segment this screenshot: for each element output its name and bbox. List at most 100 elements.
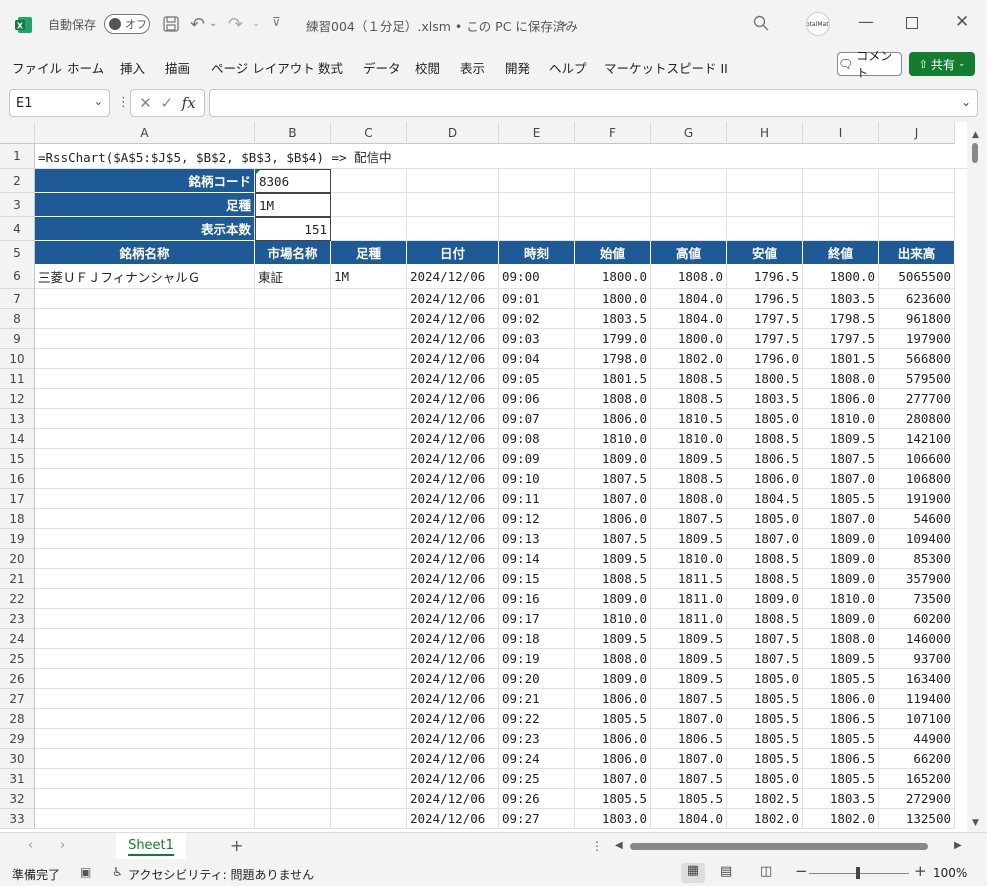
data-cell[interactable]: 1803.5	[803, 789, 879, 809]
data-cell[interactable]: 1806.0	[575, 409, 651, 429]
close-icon[interactable]: ✕	[955, 12, 969, 32]
empty-cell[interactable]	[575, 217, 651, 241]
data-cell[interactable]: 09:25	[499, 769, 575, 789]
formula-input[interactable]: ⌄	[209, 89, 978, 117]
data-cell[interactable]: 1807.5	[575, 469, 651, 489]
row-header[interactable]: 32	[0, 789, 35, 809]
data-cell[interactable]: 1808.0	[651, 264, 727, 289]
empty-cell[interactable]	[331, 569, 407, 589]
data-cell[interactable]: 2024/12/06	[407, 469, 499, 489]
data-cell[interactable]: 09:27	[499, 809, 575, 829]
empty-cell[interactable]	[35, 509, 255, 529]
data-cell[interactable]: 09:05	[499, 369, 575, 389]
empty-cell[interactable]	[651, 217, 727, 241]
data-cell[interactable]: 1803.5	[727, 389, 803, 409]
empty-cell[interactable]	[255, 469, 331, 489]
row-header[interactable]: 24	[0, 629, 35, 649]
empty-cell[interactable]	[35, 309, 255, 329]
table-header-cell[interactable]: 終値	[803, 241, 879, 265]
data-cell[interactable]: 2024/12/06	[407, 549, 499, 569]
empty-cell[interactable]	[331, 309, 407, 329]
spreadsheet-grid[interactable]: A B C D E F G H I J 1 2 3 4 5 6 7 8 9 10 11 12 13 14 15 16 17 18 19 2…	[0, 122, 987, 832]
data-cell[interactable]: 60200	[879, 609, 955, 629]
empty-cell[interactable]	[35, 649, 255, 669]
empty-cell[interactable]	[575, 193, 651, 217]
empty-cell[interactable]	[35, 489, 255, 509]
data-cell[interactable]: 1808.0	[575, 389, 651, 409]
empty-cell[interactable]	[255, 389, 331, 409]
empty-cell[interactable]	[879, 193, 955, 217]
column-header-c[interactable]: C	[331, 122, 407, 144]
empty-cell[interactable]	[331, 589, 407, 609]
status-accessibility[interactable]: アクセシビリティ: 問題ありません	[128, 866, 314, 883]
empty-cell[interactable]	[35, 429, 255, 449]
empty-cell[interactable]	[255, 769, 331, 789]
empty-cell[interactable]	[35, 569, 255, 589]
data-cell[interactable]: 09:17	[499, 609, 575, 629]
empty-cell[interactable]	[255, 369, 331, 389]
data-cell[interactable]: 191900	[879, 489, 955, 509]
param-value-cell[interactable]: 8306	[255, 169, 331, 193]
data-cell[interactable]: 09:18	[499, 629, 575, 649]
empty-cell[interactable]	[35, 549, 255, 569]
empty-cell[interactable]	[255, 289, 331, 309]
data-cell[interactable]: 566800	[879, 349, 955, 369]
empty-cell[interactable]	[331, 749, 407, 769]
data-cell[interactable]: 09:10	[499, 469, 575, 489]
data-cell[interactable]: 1808.5	[651, 389, 727, 409]
empty-cell[interactable]	[331, 489, 407, 509]
tab-home[interactable]: ホーム	[67, 58, 104, 77]
row-header[interactable]: 19	[0, 529, 35, 549]
data-cell[interactable]: 357900	[879, 569, 955, 589]
data-cell[interactable]: 1806.5	[727, 449, 803, 469]
data-cell[interactable]: 1806.0	[575, 729, 651, 749]
data-cell[interactable]: 107100	[879, 709, 955, 729]
table-header-cell[interactable]: 日付	[407, 241, 499, 265]
share-button[interactable]: ⇧ 共有 ⌄	[909, 52, 975, 76]
empty-cell[interactable]	[255, 409, 331, 429]
data-cell[interactable]: 2024/12/06	[407, 709, 499, 729]
data-cell[interactable]: 09:15	[499, 569, 575, 589]
data-cell[interactable]: 1800.0	[575, 289, 651, 309]
data-cell[interactable]: 1808.5	[727, 429, 803, 449]
data-cell[interactable]: 1809.0	[803, 569, 879, 589]
empty-cell[interactable]	[727, 169, 803, 193]
data-cell[interactable]: 1810.0	[575, 429, 651, 449]
zoom-level[interactable]: 100%	[933, 866, 967, 880]
data-cell[interactable]: 1800.0	[803, 264, 879, 289]
empty-cell[interactable]	[331, 629, 407, 649]
empty-cell[interactable]	[255, 709, 331, 729]
tab-marketspeed[interactable]: マーケットスピード II	[604, 58, 728, 77]
data-cell[interactable]: 1809.0	[575, 669, 651, 689]
row-header[interactable]: 28	[0, 709, 35, 729]
data-cell[interactable]: 1805.5	[803, 489, 879, 509]
horizontal-scroll-thumb[interactable]	[630, 843, 928, 850]
tab-file[interactable]: ファイル	[12, 58, 62, 77]
row-header[interactable]: 7	[0, 289, 35, 309]
empty-cell[interactable]	[331, 649, 407, 669]
data-cell[interactable]: 2024/12/06	[407, 264, 499, 289]
empty-cell[interactable]	[255, 729, 331, 749]
data-cell[interactable]: 1810.0	[803, 409, 879, 429]
data-cell[interactable]: 1797.5	[727, 329, 803, 349]
empty-cell[interactable]	[35, 409, 255, 429]
empty-cell[interactable]	[651, 193, 727, 217]
data-cell[interactable]: 1809.5	[651, 669, 727, 689]
data-cell[interactable]: 1805.5	[727, 689, 803, 709]
empty-cell[interactable]	[331, 469, 407, 489]
data-cell[interactable]: 1802.0	[803, 809, 879, 829]
formula-result-cell[interactable]: =RssChart($A$5:$J$5, $B$2, $B$3, $B$4) =…	[35, 144, 967, 169]
data-cell[interactable]: 1807.5	[651, 769, 727, 789]
data-cell[interactable]: 2024/12/06	[407, 729, 499, 749]
empty-cell[interactable]	[255, 309, 331, 329]
data-cell[interactable]: 09:22	[499, 709, 575, 729]
empty-cell[interactable]	[35, 809, 255, 829]
scroll-up-icon[interactable]: ▲	[972, 130, 979, 140]
data-cell[interactable]: 1811.5	[651, 569, 727, 589]
column-header-h[interactable]: H	[727, 122, 803, 144]
formula-bar-handle-icon[interactable]: ⋮	[117, 95, 130, 110]
empty-cell[interactable]	[255, 329, 331, 349]
data-cell[interactable]: 09:02	[499, 309, 575, 329]
data-cell[interactable]: 1809.5	[651, 629, 727, 649]
data-cell[interactable]: 1806.0	[575, 509, 651, 529]
